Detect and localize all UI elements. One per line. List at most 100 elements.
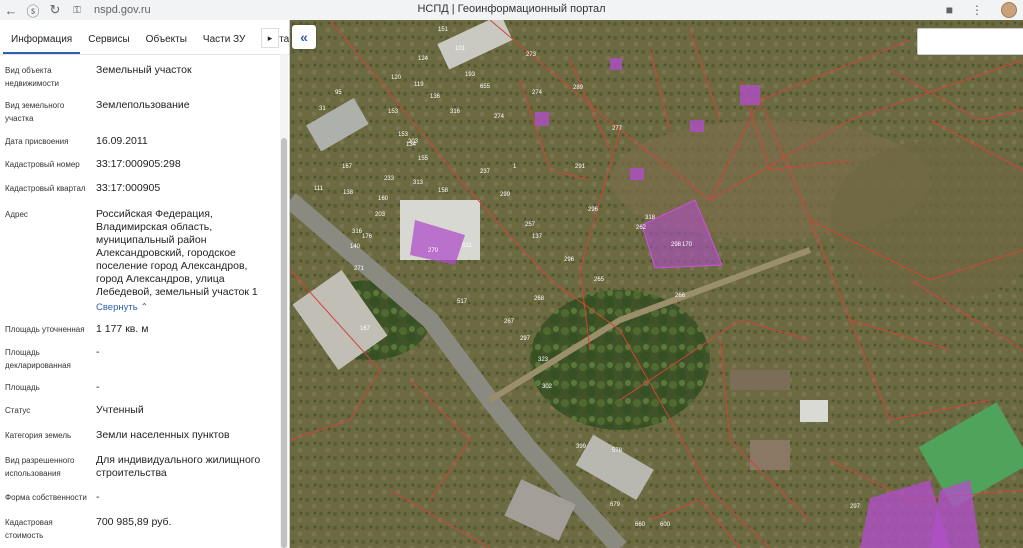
field-label: Вид земельного участка <box>5 101 65 123</box>
parcel-number-label: 137 <box>532 234 543 240</box>
parcel-number-label: 203 <box>408 139 419 145</box>
parcel-number-label: 296 <box>564 257 575 263</box>
parcel-number-label: 655 <box>480 84 491 90</box>
info-panel: Информация Сервисы Объекты Части ЗУ Сост… <box>0 20 290 548</box>
map-view[interactable]: 151 101 124 273 120 193 119 655 136 274 289 95 31 316… <box>290 20 1023 548</box>
parcel-number-label: 297 <box>850 504 861 510</box>
field-label: Площадь уточненная <box>5 325 85 334</box>
lock-icon: ⚿ <box>73 4 81 16</box>
highlighted-parcel[interactable] <box>630 168 644 180</box>
field-label: Кадастровый квартал <box>5 184 86 193</box>
back-arrow-icon[interactable]: ← <box>0 0 22 20</box>
panel-scrollbar[interactable] <box>280 54 288 548</box>
parcel-number-label: 136 <box>430 94 441 100</box>
field-value: Земельный участок <box>96 64 192 76</box>
reload-icon[interactable]: ↻ <box>44 0 66 20</box>
parcel-number-label: 170 <box>682 242 693 248</box>
parcel-number-label: 31 <box>319 106 326 112</box>
parcel-number-label: 193 <box>465 72 476 78</box>
parcel-number-label: 120 <box>391 75 402 81</box>
tab-bar: Информация Сервисы Объекты Части ЗУ Сост… <box>0 20 289 55</box>
parcel-number-label: 296 <box>588 207 599 213</box>
tab-information[interactable]: Информация <box>3 34 81 54</box>
field-value: - <box>96 381 100 393</box>
parcel-number-label: 271 <box>354 266 365 272</box>
parcel-number-label: 268 <box>534 296 545 302</box>
field-value: 33:17:000905:298 <box>96 158 181 170</box>
building <box>730 370 790 390</box>
highlighted-parcel[interactable] <box>740 85 760 105</box>
field-value: - <box>96 491 100 503</box>
collapse-link[interactable]: Свернуть ⌃ <box>96 301 271 314</box>
chevron-up-icon: ⌃ <box>140 302 149 313</box>
parcel-number-label: 273 <box>526 52 537 58</box>
highlighted-parcel[interactable] <box>610 58 622 70</box>
parcel-number-label: 578 <box>612 448 623 454</box>
field-value: 700 985,89 руб. <box>96 516 172 528</box>
parcel-number-label: 679 <box>610 502 621 508</box>
parcel-number-label: 289 <box>573 85 584 91</box>
parcel-number-label: 297 <box>520 336 531 342</box>
tab-objects[interactable]: Объекты <box>138 34 195 54</box>
parcel-number-label: 323 <box>538 357 549 363</box>
parcel-number-label: 158 <box>438 188 449 194</box>
field-value: Для индивидуального жилищного строительс… <box>96 454 261 479</box>
parcel-number-label: 302 <box>542 384 553 390</box>
parcel-number-label: 298 <box>671 242 682 248</box>
browser-toolbar: ← ⓢ ↻ ⚿ nspd.gov.ru НСПД | Геоинформацио… <box>0 0 1023 21</box>
parcel-number-label: 316 <box>450 109 461 115</box>
highlighted-parcel[interactable] <box>535 112 549 126</box>
parcel-number-label: 277 <box>612 126 623 132</box>
parcel-number-label: 267 <box>504 319 515 325</box>
parcel-number-label: 237 <box>480 169 491 175</box>
parcel-number-label: 153 <box>398 132 409 138</box>
field-value: 33:17:000905 <box>96 182 161 194</box>
field-label: Кадастровый номер <box>5 160 80 169</box>
field-label: Площадь декларированная <box>5 348 71 370</box>
map-search-input[interactable] <box>917 28 1023 55</box>
parcel-number-label: 167 <box>342 164 353 170</box>
field-label: Площадь <box>5 383 40 392</box>
parcel-number-label: 262 <box>636 225 647 231</box>
page-title: НСПД | Геоинформационный портал <box>417 3 606 15</box>
parcel-number-label: 266 <box>675 293 686 299</box>
satellite-map[interactable]: 151101124273120 193119 6551362742899531 316… <box>290 20 1023 548</box>
field-value: Учтенный <box>96 404 144 416</box>
parcel-number-label: 660 <box>635 522 646 528</box>
parcel-number-label: 233 <box>384 176 395 182</box>
field-label: Кадастровая стоимость <box>5 518 53 540</box>
field-value: Земли населенных пунктов <box>96 429 230 441</box>
field-label: Вид объекта недвижимости <box>5 66 59 88</box>
parcel-number-label: 111 <box>314 186 324 192</box>
field-value: Землепользование <box>96 99 190 111</box>
parcel-number-label: 511 <box>462 243 472 249</box>
field-label: Категория земель <box>5 431 72 440</box>
parcel-number-label: 299 <box>500 192 511 198</box>
parcel-number-label: 101 <box>455 46 466 52</box>
field-value: 16.09.2011 <box>96 135 148 147</box>
bookmark-icon[interactable]: ■ <box>946 3 953 17</box>
collapse-panel-button[interactable]: « <box>292 25 316 49</box>
parcel-number-label: 140 <box>350 244 361 250</box>
parcel-number-label: 274 <box>532 90 543 96</box>
site-settings-icon[interactable]: ⓢ <box>22 0 44 20</box>
parcel-number-label: 270 <box>428 248 439 254</box>
parcel-number-label: 176 <box>362 234 373 240</box>
parcel-number-label: 318 <box>645 215 656 221</box>
parcel-number-label: 203 <box>375 212 386 218</box>
parcel-number-label: 517 <box>457 299 468 305</box>
parcel-number-label: 155 <box>418 156 429 162</box>
highlighted-parcel[interactable] <box>690 120 704 132</box>
scrollbar-thumb[interactable] <box>281 138 287 548</box>
menu-icon[interactable]: ⋮ <box>971 3 983 17</box>
parcel-number-label: 95 <box>335 90 342 96</box>
tabs-scroll-right-icon[interactable]: ▸ <box>261 28 279 48</box>
tab-parts[interactable]: Части ЗУ <box>195 34 253 54</box>
parcel-number-label: 119 <box>414 82 424 88</box>
parcel-number-label: 600 <box>660 522 671 528</box>
field-label: Дата присвоения <box>5 137 69 146</box>
address-value: Российская Федерация, Владимирская облас… <box>96 208 258 298</box>
avatar[interactable] <box>1001 2 1017 18</box>
address-bar[interactable]: nspd.gov.ru <box>94 4 151 16</box>
tab-services[interactable]: Сервисы <box>80 34 137 54</box>
